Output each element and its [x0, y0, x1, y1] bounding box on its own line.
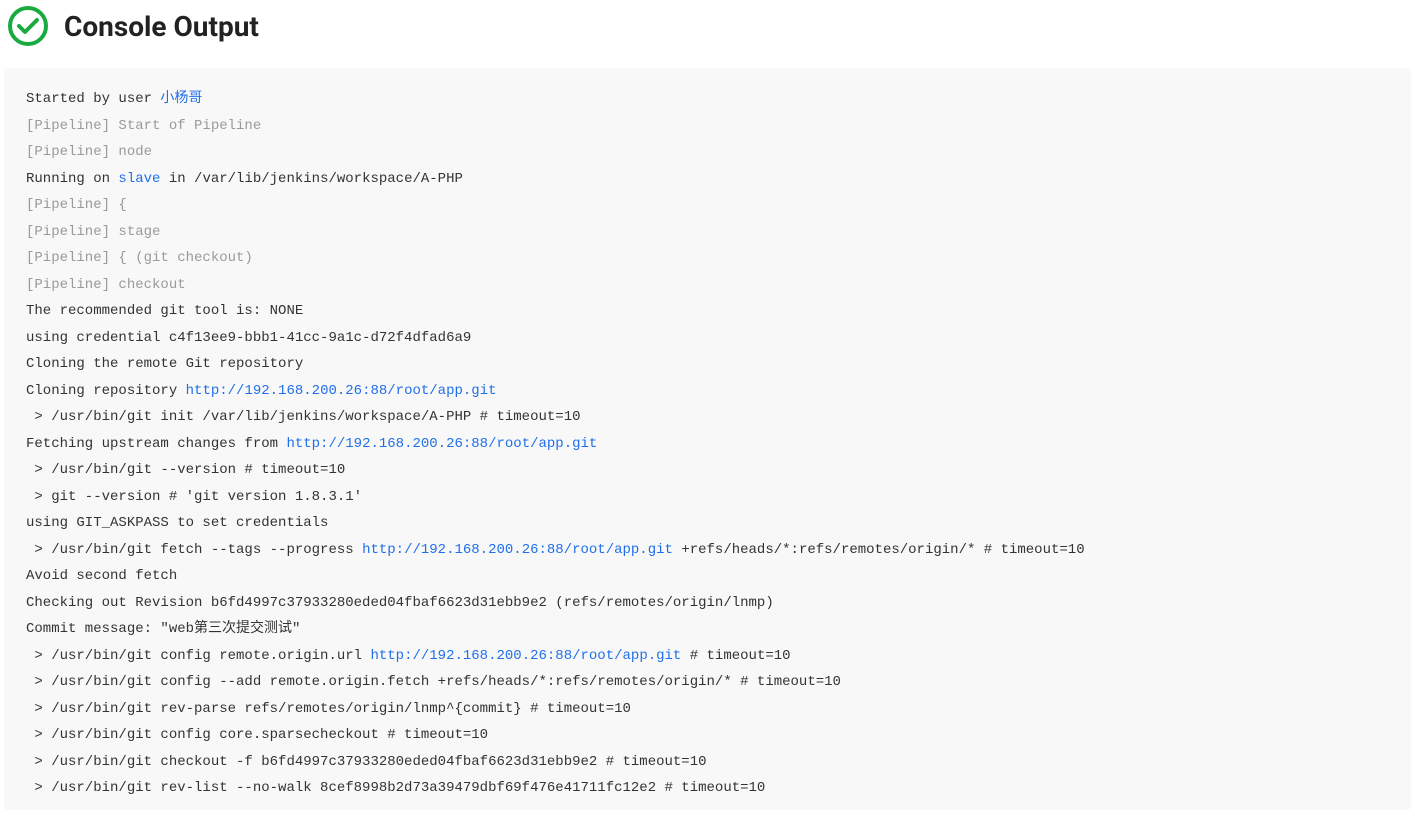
- log-pipeline-step: [Pipeline] Start of Pipeline: [26, 113, 1389, 140]
- log-line: Checking out Revision b6fd4997c37933280e…: [26, 590, 1389, 617]
- log-line: Started by user 小杨哥: [26, 86, 1389, 113]
- log-line: The recommended git tool is: NONE: [26, 298, 1389, 325]
- log-line: Cloning the remote Git repository: [26, 351, 1389, 378]
- log-line: > /usr/bin/git config --add remote.origi…: [26, 669, 1389, 696]
- repo-url-link[interactable]: http://192.168.200.26:88/root/app.git: [186, 383, 497, 399]
- log-text: > /usr/bin/git fetch --tags --progress: [26, 542, 362, 558]
- log-line: Commit message: "web第三次提交测试": [26, 616, 1389, 643]
- log-pipeline-step: [Pipeline] { (git checkout): [26, 245, 1389, 272]
- log-line: Avoid second fetch: [26, 563, 1389, 590]
- log-line: > git --version # 'git version 1.8.3.1': [26, 484, 1389, 511]
- log-text: Started by user: [26, 91, 160, 107]
- log-text: in /var/lib/jenkins/workspace/A-PHP: [160, 171, 462, 187]
- user-link[interactable]: 小杨哥: [160, 91, 202, 107]
- node-link[interactable]: slave: [118, 171, 160, 187]
- log-line: Running on slave in /var/lib/jenkins/wor…: [26, 166, 1389, 193]
- page-title: Console Output: [64, 10, 259, 43]
- log-pipeline-step: [Pipeline] {: [26, 192, 1389, 219]
- console-output: Started by user 小杨哥 [Pipeline] Start of …: [4, 68, 1411, 810]
- repo-url-link[interactable]: http://192.168.200.26:88/root/app.git: [286, 436, 597, 452]
- log-line: > /usr/bin/git --version # timeout=10: [26, 457, 1389, 484]
- log-pipeline-step: [Pipeline] stage: [26, 219, 1389, 246]
- log-line: Cloning repository http://192.168.200.26…: [26, 378, 1389, 405]
- log-line: > /usr/bin/git rev-list --no-walk 8cef89…: [26, 775, 1389, 802]
- log-line: using GIT_ASKPASS to set credentials: [26, 510, 1389, 537]
- log-line: > /usr/bin/git rev-parse refs/remotes/or…: [26, 696, 1389, 723]
- repo-url-link[interactable]: http://192.168.200.26:88/root/app.git: [370, 648, 681, 664]
- log-line: > /usr/bin/git config remote.origin.url …: [26, 643, 1389, 670]
- log-line: using credential c4f13ee9-bbb1-41cc-9a1c…: [26, 325, 1389, 352]
- log-pipeline-step: [Pipeline] node: [26, 139, 1389, 166]
- status-success-icon: [6, 4, 50, 48]
- log-line: > /usr/bin/git config core.sparsecheckou…: [26, 722, 1389, 749]
- log-line: > /usr/bin/git checkout -f b6fd4997c3793…: [26, 749, 1389, 776]
- log-text: Cloning repository: [26, 383, 186, 399]
- page-header: Console Output: [0, 0, 1415, 68]
- log-text: +refs/heads/*:refs/remotes/origin/* # ti…: [673, 542, 1085, 558]
- log-pipeline-step: [Pipeline] checkout: [26, 272, 1389, 299]
- log-text: # timeout=10: [681, 648, 790, 664]
- log-line: > /usr/bin/git fetch --tags --progress h…: [26, 537, 1389, 564]
- log-line: Fetching upstream changes from http://19…: [26, 431, 1389, 458]
- log-text: > /usr/bin/git config remote.origin.url: [26, 648, 370, 664]
- log-line: > /usr/bin/git init /var/lib/jenkins/wor…: [26, 404, 1389, 431]
- log-text: Running on: [26, 171, 118, 187]
- repo-url-link[interactable]: http://192.168.200.26:88/root/app.git: [362, 542, 673, 558]
- log-text: Fetching upstream changes from: [26, 436, 286, 452]
